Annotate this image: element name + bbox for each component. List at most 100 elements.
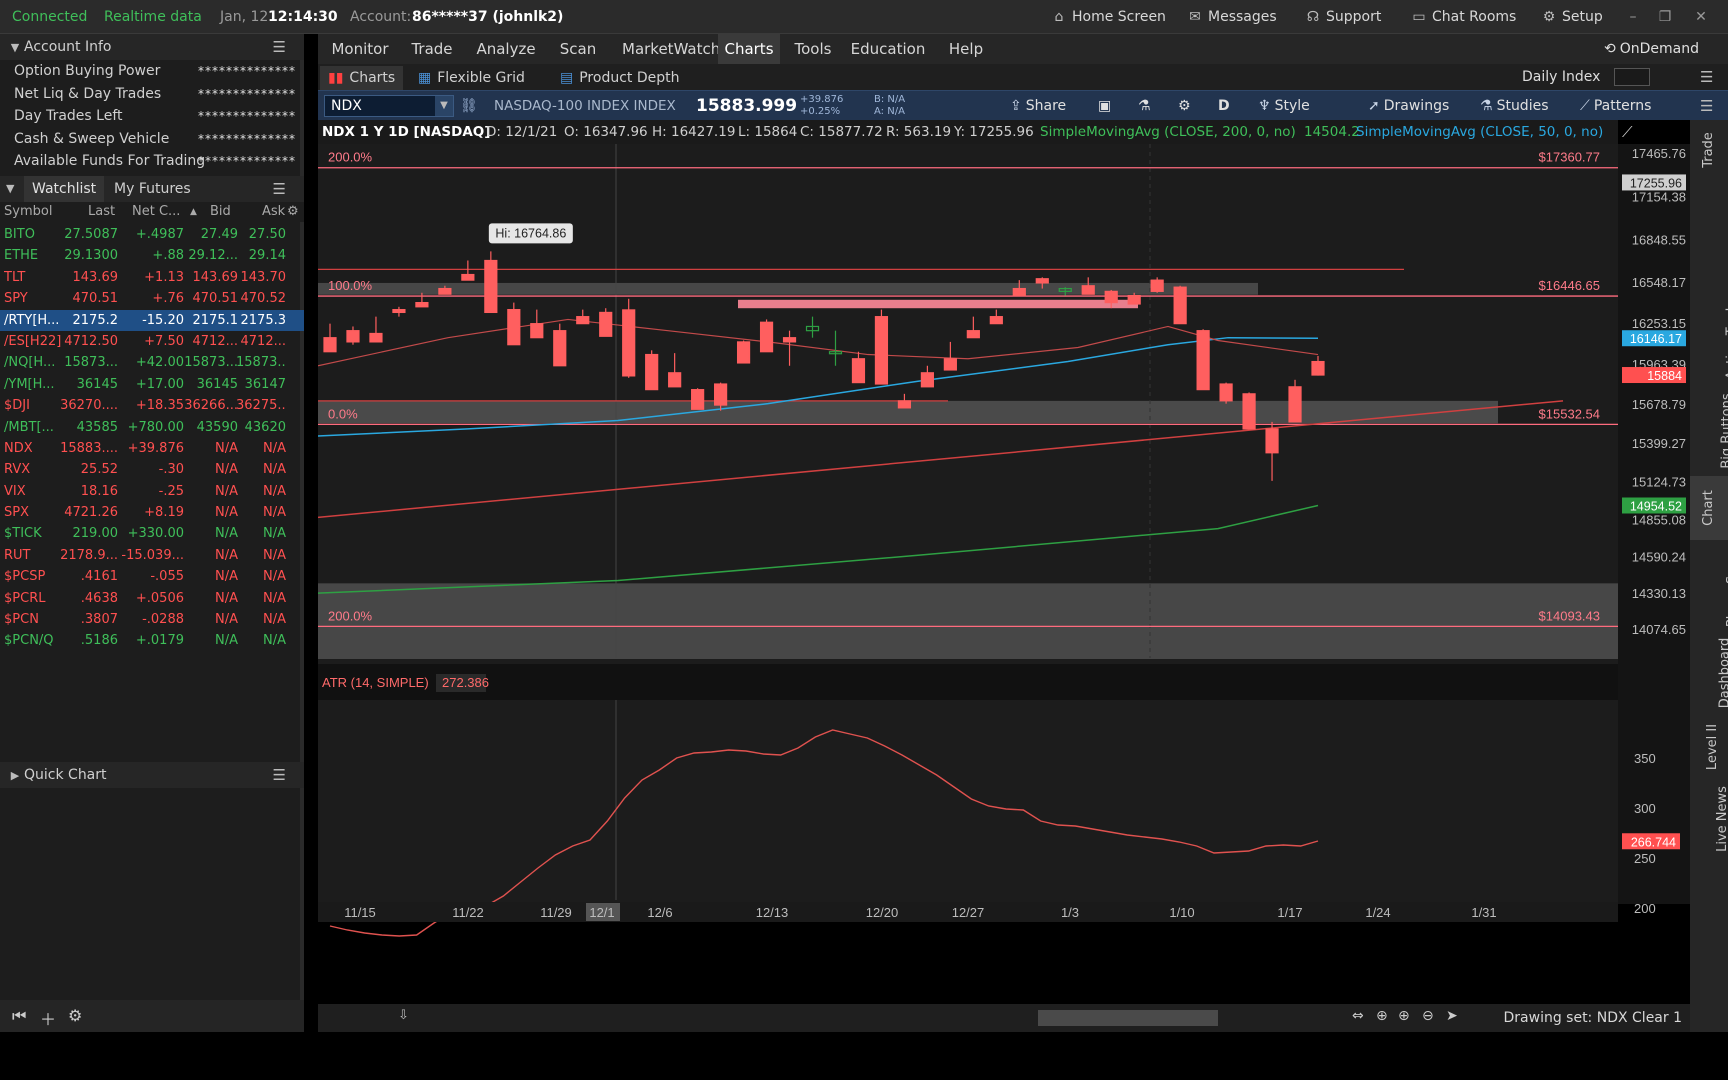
watchlist-bid[interactable]: N/A [182, 545, 238, 566]
watchlist-bid[interactable]: N/A [182, 502, 238, 523]
gear-icon[interactable]: ⚙ [1178, 91, 1191, 121]
patterns-button[interactable]: ⟋ Patterns [1580, 91, 1651, 121]
home-screen-button[interactable]: ⌂ Home Screen [1050, 0, 1166, 34]
menu-tab-charts[interactable]: Charts [718, 34, 780, 64]
table-row[interactable]: /MBT[... 43585 +780.00 43590 43620 [0, 417, 304, 438]
table-row[interactable]: $PCSP .4161 -.055 N/A N/A [0, 566, 304, 587]
table-row[interactable]: SPY 470.51 +.76 470.51 470.52 [0, 288, 304, 309]
table-row[interactable]: $DJI 36270.... +18.35 36266... 36275... [0, 395, 304, 416]
expand-icon[interactable]: ⇩ [398, 1008, 409, 1023]
menu-icon[interactable]: ☰ [273, 762, 286, 788]
zoom-in-icon[interactable]: ⊕ [1398, 1008, 1410, 1024]
watchlist-bid[interactable]: 27.49 [182, 224, 238, 245]
watchlist-ask[interactable]: 36275... [236, 395, 286, 416]
menu-icon[interactable]: ☰ [273, 34, 286, 60]
chart-scrollbar-thumb[interactable] [1038, 1010, 1218, 1026]
right-tab-trade[interactable]: Trade [1690, 120, 1728, 180]
pan-icon[interactable]: ⇔ [1352, 1008, 1364, 1024]
chevron-down-icon[interactable]: ▼ [435, 96, 453, 116]
share-button[interactable]: ⇪ Share [1010, 91, 1066, 121]
table-row[interactable]: $PCRL .4638 +.0506 N/A N/A [0, 588, 304, 609]
watchlist-ask[interactable]: N/A [236, 545, 286, 566]
watchlist-bid[interactable]: N/A [182, 588, 238, 609]
tab-watchlist[interactable]: Watchlist [24, 176, 105, 202]
account-selector[interactable]: 86*****37 (johnlk2) [412, 0, 563, 34]
watchlist-bid[interactable]: 15873... [182, 352, 238, 373]
right-tab-phase-scores[interactable]: Phase Scores [1690, 540, 1728, 628]
menu-icon[interactable]: ☰ [1700, 64, 1713, 90]
menu-icon[interactable]: ☰ [273, 176, 286, 202]
tab-product-depth[interactable]: ▤ Product Depth [552, 66, 687, 90]
minimize-icon[interactable]: – [1620, 0, 1646, 34]
column-last[interactable]: Last [88, 204, 115, 219]
support-button[interactable]: ☊ Support [1304, 0, 1382, 34]
menu-tab-trade[interactable]: Trade [402, 34, 462, 64]
column-ask[interactable]: Ask [262, 204, 285, 219]
menu-icon[interactable]: ☰ [1700, 91, 1713, 121]
watchlist-ask[interactable]: N/A [236, 502, 286, 523]
watchlist-bid[interactable]: 36266... [182, 395, 238, 416]
add-icon[interactable]: ＋ [40, 1006, 56, 1030]
symbol-input[interactable]: NDX ▼ [324, 95, 454, 117]
watchlist-bid[interactable]: N/A [182, 523, 238, 544]
right-tab-big-buttons[interactable]: Big Buttons [1690, 386, 1728, 476]
tab-my-futures[interactable]: My Futures [114, 176, 191, 202]
collapse-left-icon[interactable]: ⏮ [12, 1006, 26, 1026]
table-row[interactable]: NDX 15883.... +39.876 N/A N/A [0, 438, 304, 459]
account-info-header[interactable]: ▼ Account Info ☰ [0, 34, 304, 60]
table-row[interactable]: $PCN .3807 -.0288 N/A N/A [0, 609, 304, 630]
watchlist-bid[interactable]: N/A [182, 609, 238, 630]
column-bid[interactable]: Bid [210, 204, 231, 219]
right-tab-live-news[interactable]: Live News [1690, 776, 1728, 862]
link-icon[interactable]: ⛓ [460, 91, 478, 121]
crosshair-icon[interactable]: ⊕ [1376, 1008, 1388, 1024]
watchlist-bid[interactable]: 43590 [182, 417, 238, 438]
gear-icon[interactable]: ⚙ [287, 204, 299, 219]
column-symbol[interactable]: Symbol [4, 204, 52, 219]
studies-button[interactable]: ⚗ Studies [1480, 91, 1549, 121]
trendline-icon[interactable]: ⟋ [1622, 120, 1633, 144]
quick-chart-header[interactable]: ▶ Quick Chart ☰ [0, 762, 304, 788]
table-row[interactable]: RUT 2178.9... -15.039... N/A N/A [0, 545, 304, 566]
watchlist-ask[interactable]: 15873... [236, 352, 286, 373]
aggregation-period-selector[interactable]: D [1218, 91, 1230, 121]
menu-tab-tools[interactable]: Tools [788, 34, 838, 64]
watchlist-ask[interactable]: 4712... [236, 331, 286, 352]
pointer-icon[interactable]: ➤ [1446, 1008, 1458, 1024]
table-row[interactable]: $TICK 219.00 +330.00 N/A N/A [0, 523, 304, 544]
table-row[interactable]: /NQ[H... 15873... +42.00 15873... 15873... [0, 352, 304, 373]
table-row[interactable]: ETHE 29.1300 +.88 29.12... 29.14 [0, 245, 304, 266]
watchlist-ask[interactable]: 143.70 [236, 267, 287, 288]
menu-tab-scan[interactable]: Scan [548, 34, 608, 64]
table-row[interactable]: /ES[H22] 4712.50 +7.50 4712... 4712... [0, 331, 304, 352]
menu-tab-help[interactable]: Help [940, 34, 992, 64]
watchlist-bid[interactable]: 143.69 [182, 267, 239, 288]
style-button[interactable]: ♆ Style [1258, 91, 1310, 121]
drawings-button[interactable]: ➚ Drawings [1368, 91, 1449, 121]
right-tab-dashboard[interactable]: Dashboard [1690, 628, 1728, 718]
watchlist-ask[interactable]: N/A [236, 630, 286, 651]
watchlist-ask[interactable]: 29.14 [236, 245, 286, 266]
chart-canvas[interactable]: 200.0% $17360.77 100.0% $16446.65 0.0% $15532… [318, 144, 1690, 1004]
watchlist-ask[interactable]: 27.50 [236, 224, 286, 245]
messages-button[interactable]: ✉ Messages [1186, 0, 1277, 34]
table-row[interactable]: /RTY[H... 2175.2 -15.20 2175.1 2175.3 [0, 309, 304, 331]
setup-button[interactable]: ⚙ Setup [1540, 0, 1603, 34]
table-row[interactable]: TLT 143.69 +1.13 143.69 143.70 [0, 267, 304, 288]
watchlist-ask[interactable]: 36147 [236, 374, 286, 395]
chart-snapshot-icon[interactable]: ▣ [1098, 91, 1111, 121]
daily-index-field[interactable] [1614, 68, 1650, 86]
watchlist-bid[interactable]: 4712... [182, 331, 238, 352]
menu-tab-monitor[interactable]: Monitor [324, 34, 396, 64]
table-row[interactable]: SPX 4721.26 +8.19 N/A N/A [0, 502, 304, 523]
watchlist-ask[interactable]: N/A [236, 609, 286, 630]
table-row[interactable]: /YM[H... 36145 +17.00 36145 36147 [0, 374, 304, 395]
gear-icon[interactable]: ⚙ [68, 1006, 82, 1025]
watchlist-ask[interactable]: N/A [236, 523, 286, 544]
tab-flexible-grid[interactable]: ▦ Flexible Grid [410, 66, 533, 90]
watchlist-bid[interactable]: N/A [182, 630, 238, 651]
restore-icon[interactable]: ❐ [1652, 0, 1678, 34]
watchlist-bid[interactable]: N/A [182, 459, 238, 480]
close-icon[interactable]: ✕ [1688, 0, 1714, 34]
sma200-label[interactable]: SimpleMovingAvg (CLOSE, 200, 0, no) [1040, 120, 1296, 144]
